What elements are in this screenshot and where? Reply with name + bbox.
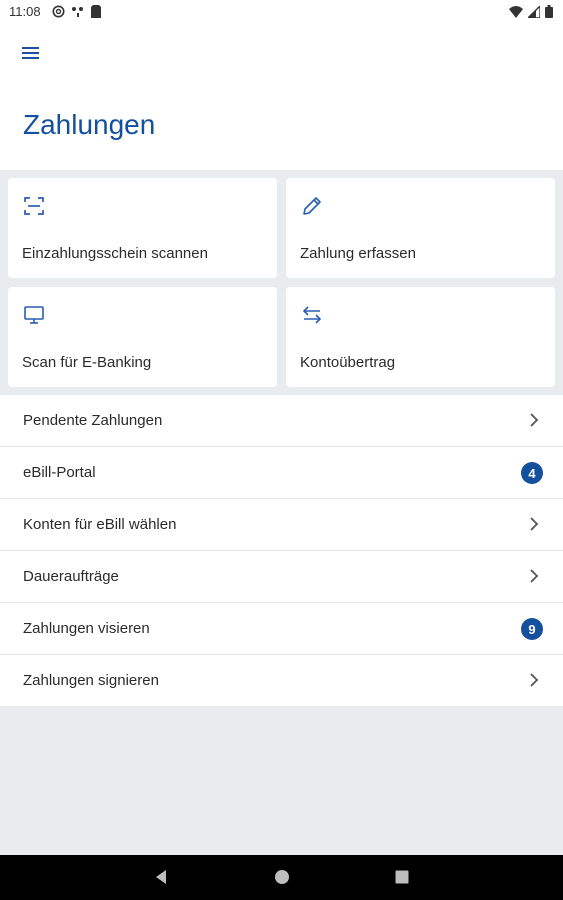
status-right-icons bbox=[509, 5, 553, 18]
list-item-dauerauftraege[interactable]: Daueraufträge bbox=[0, 551, 563, 603]
list-item-zahlungen-signieren[interactable]: Zahlungen signieren bbox=[0, 655, 563, 706]
at-icon bbox=[52, 5, 65, 18]
tile-einzahlungsschein-scannen[interactable]: Einzahlungsschein scannen bbox=[8, 178, 277, 278]
chevron-right-icon bbox=[530, 517, 539, 531]
wifi-icon bbox=[509, 5, 523, 18]
status-time: 11:08 bbox=[9, 4, 41, 19]
count-badge: 9 bbox=[521, 618, 543, 640]
app-header: Zahlungen bbox=[0, 24, 563, 170]
back-icon[interactable] bbox=[153, 869, 169, 885]
list-item-zahlungen-visieren[interactable]: Zahlungen visieren 9 bbox=[0, 603, 563, 655]
transfer-arrows-icon bbox=[302, 306, 322, 324]
list-item-pendente-zahlungen[interactable]: Pendente Zahlungen bbox=[0, 395, 563, 447]
list-item-label: Zahlungen visieren bbox=[23, 620, 150, 637]
sim-icon bbox=[91, 5, 101, 18]
home-icon[interactable] bbox=[274, 869, 290, 885]
chevron-right-icon bbox=[530, 569, 539, 583]
list-item-ebill-portal[interactable]: eBill-Portal 4 bbox=[0, 447, 563, 499]
page-title: Zahlungen bbox=[23, 109, 156, 140]
battery-icon bbox=[545, 5, 553, 18]
tile-label: Einzahlungsschein scannen bbox=[22, 245, 208, 262]
payment-list: Pendente Zahlungen eBill-Portal 4 Konten… bbox=[0, 395, 563, 706]
list-item-label: eBill-Portal bbox=[23, 464, 96, 481]
tile-label: Zahlung erfassen bbox=[300, 245, 416, 262]
signal-icon bbox=[528, 5, 540, 18]
monitor-icon bbox=[24, 306, 44, 324]
list-item-label: Konten für eBill wählen bbox=[23, 516, 177, 533]
status-bar: 11:08 bbox=[0, 0, 563, 24]
tile-kontouebertrag[interactable]: Kontoübertrag bbox=[286, 287, 555, 387]
list-item-label: Zahlungen signieren bbox=[23, 672, 159, 689]
chevron-right-icon bbox=[530, 413, 539, 427]
list-item-konten-fuer-ebill-waehlen[interactable]: Konten für eBill wählen bbox=[0, 499, 563, 551]
network-icon bbox=[72, 7, 83, 17]
chevron-right-icon bbox=[530, 673, 539, 687]
tile-label: Kontoübertrag bbox=[300, 354, 396, 371]
recents-icon[interactable] bbox=[394, 869, 410, 885]
tile-scan-fuer-e-banking[interactable]: Scan für E-Banking bbox=[8, 287, 277, 387]
pencil-icon bbox=[303, 197, 321, 215]
scan-icon bbox=[24, 197, 44, 215]
system-nav-bar bbox=[0, 855, 563, 900]
tile-zahlung-erfassen[interactable]: Zahlung erfassen bbox=[286, 178, 555, 278]
list-item-label: Daueraufträge bbox=[23, 568, 119, 585]
status-left-icons bbox=[52, 5, 101, 18]
count-badge: 4 bbox=[521, 462, 543, 484]
list-item-label: Pendente Zahlungen bbox=[23, 412, 163, 429]
hamburger-menu-icon[interactable] bbox=[22, 44, 46, 62]
tile-label: Scan für E-Banking bbox=[22, 354, 152, 371]
